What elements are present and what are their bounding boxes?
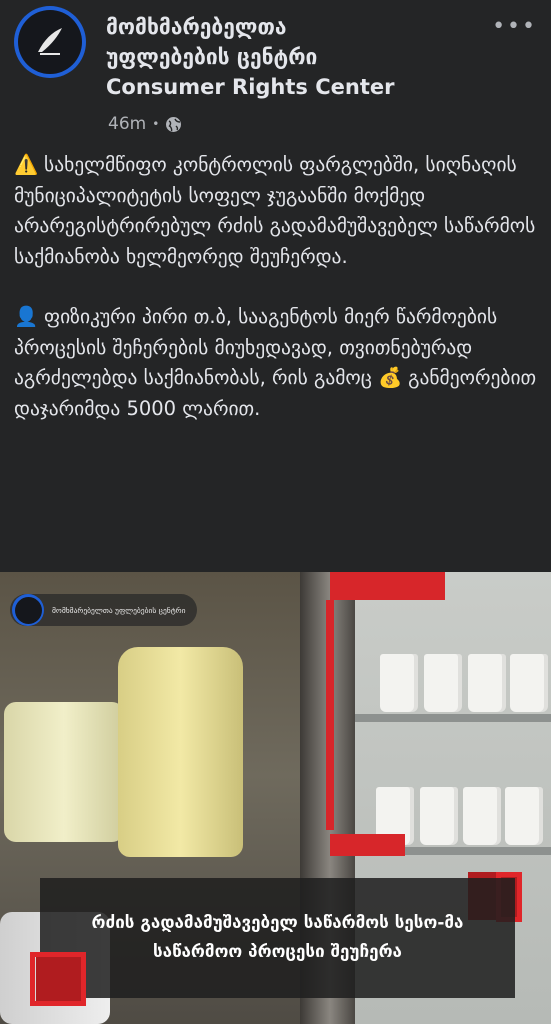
money-bag-icon: 💰: [378, 366, 403, 389]
post-body: ⚠️ სახელმწიფო კონტროლის ფარგლებში, სიღნაღ…: [14, 150, 539, 424]
globe-icon: [165, 116, 182, 133]
person-icon: 👤: [14, 305, 39, 328]
photo-cup: [420, 787, 458, 845]
meta-separator: •: [152, 117, 160, 131]
photo-cup: [510, 654, 548, 712]
page-avatar[interactable]: [14, 6, 86, 78]
page-name[interactable]: მომხმარებელთა უფლებების ცენტრი Consumer …: [106, 12, 506, 102]
watermark-logo-icon: [12, 594, 44, 626]
photo-milk-jug: [118, 647, 243, 857]
photo-cup: [468, 654, 506, 712]
image-watermark: მომხმარებელთა უფლებების ცენტრი: [10, 594, 198, 626]
image-caption: რძის გადამამუშავებელ საწარმოს სესო-მა სა…: [91, 913, 464, 962]
photo-cup: [380, 654, 418, 712]
post-meta: 46m •: [108, 114, 182, 134]
photo-red-label-top: [330, 572, 445, 600]
photo-cup: [424, 654, 462, 712]
page-name-line1: მომხმარებელთა: [106, 15, 287, 39]
more-options-button[interactable]: •••: [492, 14, 537, 39]
photo-cup: [463, 787, 501, 845]
photo-red-label-mid: [330, 834, 405, 856]
decor-square-outline: [30, 952, 86, 1006]
warning-icon: ⚠️: [14, 153, 39, 176]
photo-shelf-1: [355, 714, 551, 722]
paragraph-1-text: სახელმწიფო კონტროლის ფარგლებში, სიღნაღის…: [14, 153, 536, 268]
post-paragraph-2: 👤 ფიზიკური პირი თ.ბ, სააგენტოს მიერ წარმო…: [14, 302, 539, 424]
watermark-text: მომხმარებელთა უფლებების ცენტრი: [52, 605, 186, 615]
consumer-rights-logo-icon: [18, 10, 82, 74]
post-paragraph-1: ⚠️ სახელმწიფო კონტროლის ფარგლებში, სიღნაღ…: [14, 150, 539, 272]
photo-red-strip-side: [326, 600, 334, 830]
post-time[interactable]: 46m: [108, 114, 146, 134]
photo-cup: [505, 787, 543, 845]
page-name-line2: უფლებების ცენტრი: [106, 45, 318, 69]
page-name-line3: Consumer Rights Center: [106, 75, 395, 99]
image-caption-box: რძის გადამამუშავებელ საწარმოს სესო-მა სა…: [40, 878, 515, 998]
post-header: მომხმარებელთა უფლებების ცენტრი Consumer …: [0, 0, 551, 150]
photo-cheese-jar-left: [4, 702, 124, 842]
